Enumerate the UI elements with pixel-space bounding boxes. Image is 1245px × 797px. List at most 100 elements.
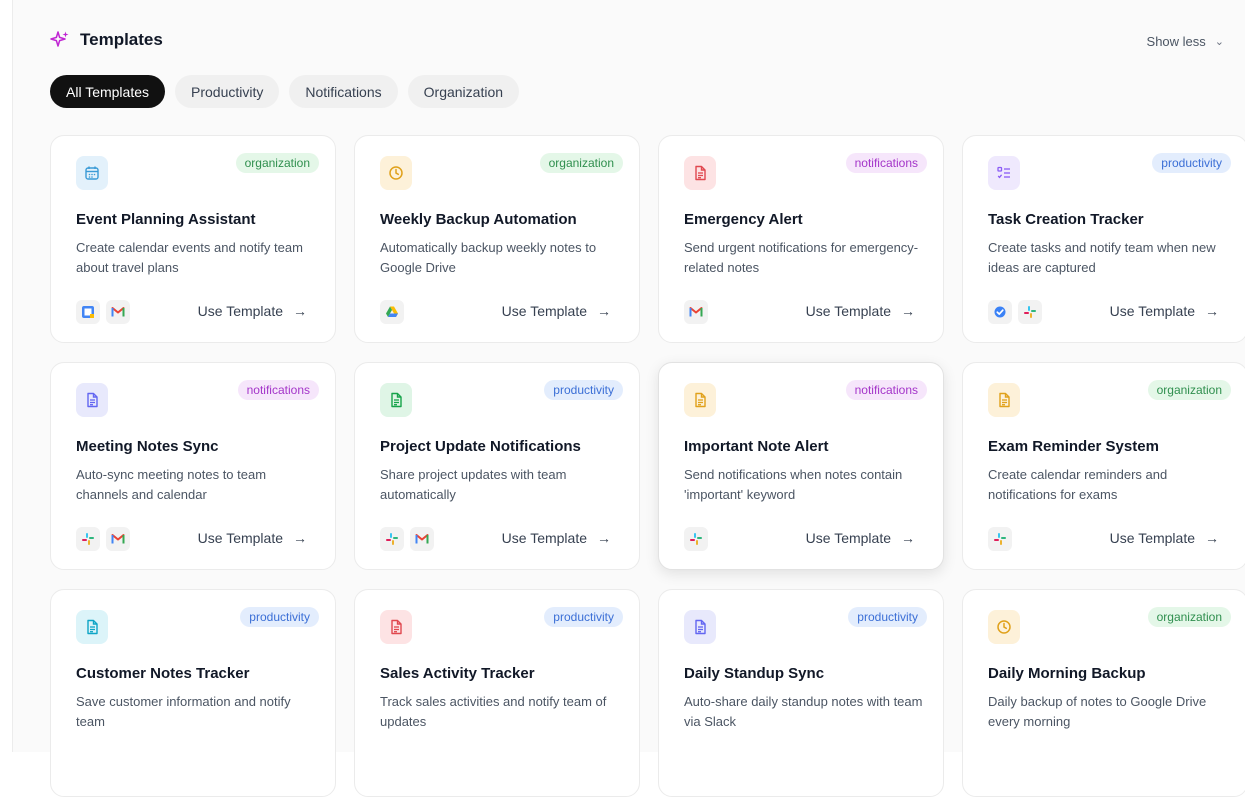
clock-icon <box>380 156 412 190</box>
template-card[interactable]: productivity Task Creation Tracker Create … <box>962 135 1245 343</box>
template-card[interactable]: notifications Meeting Notes Sync Auto-sync… <box>50 362 336 570</box>
integration-apps <box>76 300 130 324</box>
task-check-icon <box>988 300 1012 324</box>
integration-apps <box>76 527 130 551</box>
use-template-button[interactable]: Use Template → <box>198 303 307 319</box>
arrow-right-icon: → <box>293 303 307 319</box>
card-description: Auto-share daily standup notes with team… <box>684 694 923 729</box>
card-title: Important Note Alert <box>684 438 829 455</box>
checklist-icon <box>988 156 1020 190</box>
template-card[interactable]: notifications Important Note Alert Send no… <box>658 362 944 570</box>
card-description: Track sales activities and notify team o… <box>380 694 607 729</box>
gmail-icon <box>106 527 130 551</box>
calendar-icon <box>76 156 108 190</box>
use-template-label: Use Template <box>501 530 587 546</box>
category-badge: productivity <box>1152 153 1231 173</box>
use-template-button[interactable]: Use Template → <box>806 530 915 546</box>
card-title: Event Planning Assistant <box>76 211 256 228</box>
template-card[interactable]: notifications Emergency Alert Send urgent … <box>658 135 944 343</box>
gmail-icon <box>106 300 130 324</box>
slack-icon <box>76 527 100 551</box>
sparkle-icon <box>50 30 70 50</box>
integration-apps <box>380 527 434 551</box>
use-template-label: Use Template <box>197 303 283 319</box>
use-template-label: Use Template <box>501 303 587 319</box>
template-card[interactable]: organization Daily Morning Backup Daily ba… <box>962 589 1245 797</box>
use-template-button[interactable]: Use Template → <box>502 303 611 319</box>
integration-apps <box>380 300 404 324</box>
card-title: Daily Morning Backup <box>988 665 1146 682</box>
category-badge: productivity <box>544 607 623 627</box>
tab-organization[interactable]: Organization <box>407 75 520 108</box>
use-template-label: Use Template <box>1109 303 1195 319</box>
card-title: Project Update Notifications <box>380 438 581 455</box>
gmail-icon <box>410 527 434 551</box>
use-template-button[interactable]: Use Template → <box>1110 303 1219 319</box>
tab-productivity[interactable]: Productivity <box>175 75 280 108</box>
card-description: Daily backup of notes to Google Drive ev… <box>988 694 1207 729</box>
arrow-right-icon: → <box>901 530 915 546</box>
category-tabs: All Templates Productivity Notifications… <box>50 75 520 108</box>
category-badge: productivity <box>544 380 623 400</box>
card-title: Weekly Backup Automation <box>380 211 577 228</box>
document-icon <box>988 383 1020 417</box>
google-drive-icon <box>380 300 404 324</box>
integration-apps <box>988 300 1042 324</box>
category-badge: notifications <box>237 380 319 400</box>
document-icon <box>380 610 412 644</box>
use-template-label: Use Template <box>197 530 283 546</box>
arrow-right-icon: → <box>901 303 915 319</box>
tab-notifications[interactable]: Notifications <box>289 75 398 108</box>
tab-all-templates[interactable]: All Templates <box>50 75 166 108</box>
template-card[interactable]: organization Exam Reminder System Create c… <box>962 362 1245 570</box>
card-title: Customer Notes Tracker <box>76 665 250 682</box>
card-title: Emergency Alert <box>684 211 803 228</box>
card-title: Meeting Notes Sync <box>76 438 219 455</box>
templates-header: Templates <box>50 30 163 50</box>
card-title: Sales Activity Tracker <box>380 665 535 682</box>
template-card[interactable]: productivity Project Update Notifications… <box>354 362 640 570</box>
document-icon <box>76 610 108 644</box>
use-template-button[interactable]: Use Template → <box>198 530 307 546</box>
arrow-right-icon: → <box>597 303 611 319</box>
chevron-down-icon: ⌄ <box>1214 36 1224 48</box>
template-card[interactable]: organization Weekly Backup Automation Auto… <box>354 135 640 343</box>
integration-apps <box>684 300 708 324</box>
card-description: Share project updates with team automati… <box>380 467 567 502</box>
template-card[interactable]: productivity Customer Notes Tracker Save c… <box>50 589 336 797</box>
template-grid: organization Event Planning Assistant Crea… <box>50 135 1245 797</box>
card-description: Send notifications when notes contain 'i… <box>684 467 903 502</box>
category-badge: organization <box>1147 607 1231 627</box>
category-badge: organization <box>235 153 319 173</box>
use-template-label: Use Template <box>805 530 891 546</box>
template-card[interactable]: organization Event Planning Assistant Crea… <box>50 135 336 343</box>
clock-icon <box>988 610 1020 644</box>
card-title: Exam Reminder System <box>988 438 1159 455</box>
google-calendar-icon <box>76 300 100 324</box>
category-badge: productivity <box>848 607 927 627</box>
use-template-label: Use Template <box>805 303 891 319</box>
template-card[interactable]: productivity Daily Standup Sync Auto-share… <box>658 589 944 797</box>
document-icon <box>684 383 716 417</box>
card-description: Automatically backup weekly notes to Goo… <box>380 240 597 275</box>
card-description: Create calendar reminders and notificati… <box>988 467 1168 502</box>
use-template-label: Use Template <box>1109 530 1195 546</box>
gmail-icon <box>684 300 708 324</box>
use-template-button[interactable]: Use Template → <box>806 303 915 319</box>
category-badge: notifications <box>845 380 927 400</box>
arrow-right-icon: → <box>1205 303 1219 319</box>
slack-icon <box>380 527 404 551</box>
arrow-right-icon: → <box>293 530 307 546</box>
category-badge: productivity <box>240 607 319 627</box>
category-badge: organization <box>539 153 623 173</box>
use-template-button[interactable]: Use Template → <box>1110 530 1219 546</box>
card-description: Auto-sync meeting notes to team channels… <box>76 467 267 502</box>
document-icon <box>684 610 716 644</box>
show-less-button[interactable]: Show less ⌄ <box>1147 34 1224 49</box>
card-description: Create tasks and notify team when new id… <box>988 240 1216 275</box>
card-description: Send urgent notifications for emergency-… <box>684 240 919 275</box>
slack-icon <box>988 527 1012 551</box>
use-template-button[interactable]: Use Template → <box>502 530 611 546</box>
template-card[interactable]: productivity Sales Activity Tracker Track … <box>354 589 640 797</box>
show-less-label: Show less <box>1146 34 1206 49</box>
